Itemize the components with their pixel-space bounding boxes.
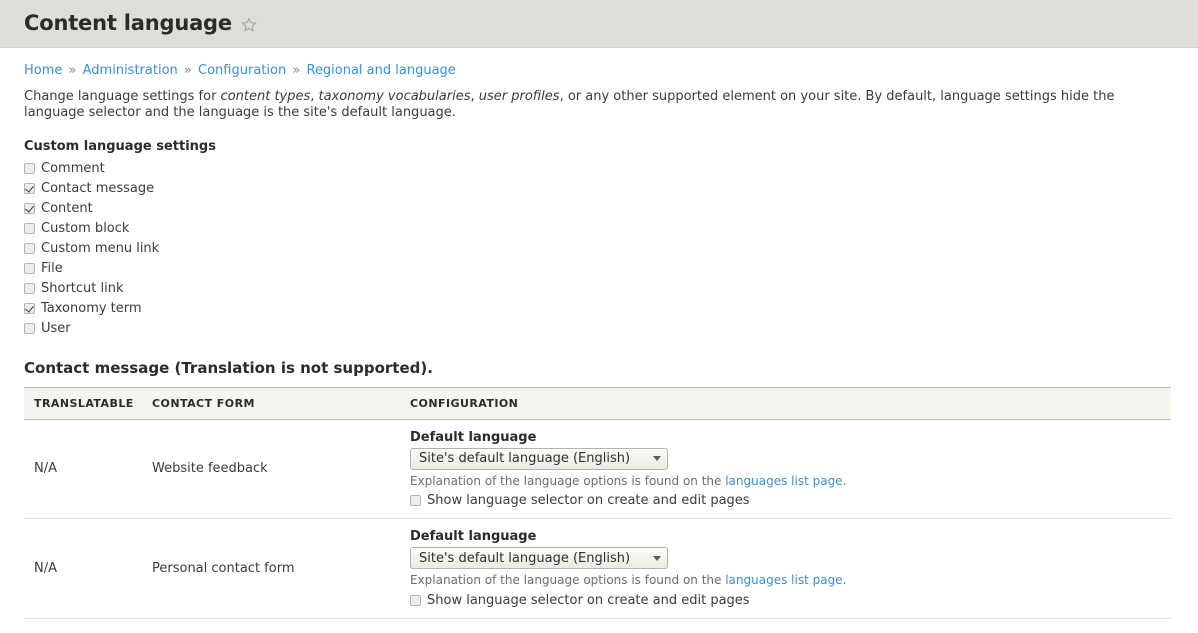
checkbox-label-custom-block: Custom block xyxy=(41,221,130,237)
checkbox-row-content[interactable]: Content xyxy=(24,199,1174,219)
default-language-select-value: Site's default language (English) xyxy=(419,550,631,566)
custom-language-settings-title: Custom language settings xyxy=(24,138,216,154)
breadcrumb-item-administration[interactable]: Administration xyxy=(83,63,178,78)
checkbox-row-shortcut-link[interactable]: Shortcut link xyxy=(24,279,1174,299)
language-help-text: Explanation of the language options is f… xyxy=(410,573,1161,589)
checkbox-row-custom-menu-link[interactable]: Custom menu link xyxy=(24,239,1174,259)
column-header-configuration: CONFIGURATION xyxy=(400,386,1171,420)
default-language-select[interactable]: Site's default language (English) xyxy=(410,447,668,470)
breadcrumb: Home » Administration » Configuration » … xyxy=(24,62,1174,80)
checkbox-custom-block[interactable] xyxy=(24,223,35,235)
checkbox-content[interactable] xyxy=(24,203,35,215)
help-text-suffix: . xyxy=(842,573,847,588)
checkbox-custom-menu-link[interactable] xyxy=(24,243,35,255)
checkbox-user[interactable] xyxy=(24,323,35,335)
table-header-row: TRANSLATABLE CONTACT FORM CONFIGURATION xyxy=(24,386,1171,420)
checkbox-label-comment: Comment xyxy=(41,161,105,177)
checkbox-label-user: User xyxy=(41,321,71,337)
table-row: N/A Website feedback Default language Si… xyxy=(24,419,1171,520)
default-language-label: Default language xyxy=(410,429,537,445)
intro-emphasis-taxonomy-vocabularies: taxonomy vocabularies xyxy=(318,89,471,105)
checkbox-label-taxonomy-term: Taxonomy term xyxy=(41,301,142,317)
contact-message-section-heading: Contact message (Translation is not supp… xyxy=(24,358,433,377)
cell-translatable: N/A xyxy=(24,419,142,520)
checkbox-row-taxonomy-term[interactable]: Taxonomy term xyxy=(24,299,1174,319)
checkbox-row-user[interactable]: User xyxy=(24,319,1174,339)
breadcrumb-item-regional-and-language[interactable]: Regional and language xyxy=(306,63,455,78)
intro-description: Change language settings for content typ… xyxy=(24,89,1174,122)
language-help-text: Explanation of the language options is f… xyxy=(410,474,1161,490)
column-header-translatable: TRANSLATABLE xyxy=(24,386,142,420)
breadcrumb-separator: » xyxy=(183,63,192,78)
chevron-down-icon xyxy=(653,555,661,561)
star-outline-icon[interactable] xyxy=(241,17,257,33)
checkbox-label-show-language-selector: Show language selector on create and edi… xyxy=(427,493,750,509)
cell-configuration: Default language Site's default language… xyxy=(400,419,1171,520)
checkbox-row-custom-block[interactable]: Custom block xyxy=(24,219,1174,239)
checkbox-show-language-selector[interactable] xyxy=(410,495,421,507)
checkbox-label-custom-menu-link: Custom menu link xyxy=(41,241,160,257)
cell-configuration: Default language Site's default language… xyxy=(400,518,1171,619)
show-language-selector-row[interactable]: Show language selector on create and edi… xyxy=(410,593,1161,608)
checkbox-label-content: Content xyxy=(41,201,93,217)
contact-message-table: TRANSLATABLE CONTACT FORM CONFIGURATION … xyxy=(24,386,1171,619)
intro-separator: , xyxy=(470,89,479,105)
default-language-select[interactable]: Site's default language (English) xyxy=(410,547,668,570)
page-title: Content language xyxy=(24,11,232,35)
checkbox-label-file: File xyxy=(41,261,63,277)
checkbox-taxonomy-term[interactable] xyxy=(24,303,35,315)
breadcrumb-separator: » xyxy=(292,63,301,78)
checkbox-row-file[interactable]: File xyxy=(24,259,1174,279)
checkbox-row-comment[interactable]: Comment xyxy=(24,159,1174,179)
checkbox-shortcut-link[interactable] xyxy=(24,283,35,295)
breadcrumb-item-home[interactable]: Home xyxy=(24,63,62,78)
checkbox-file[interactable] xyxy=(24,263,35,275)
cell-contact-form: Website feedback xyxy=(142,419,400,520)
breadcrumb-item-configuration[interactable]: Configuration xyxy=(198,63,286,78)
column-header-contact-form: CONTACT FORM xyxy=(142,386,400,420)
intro-emphasis-content-types: content types xyxy=(220,89,311,105)
intro-separator: , xyxy=(310,89,319,105)
languages-list-page-link[interactable]: languages list page xyxy=(725,573,842,587)
checkbox-label-contact-message: Contact message xyxy=(41,181,155,197)
chevron-down-icon xyxy=(653,456,661,462)
default-language-label: Default language xyxy=(410,529,537,545)
help-text-prefix: Explanation of the language options is f… xyxy=(410,573,726,588)
table-row: N/A Personal contact form Default langua… xyxy=(24,518,1171,619)
intro-emphasis-user-profiles: user profiles xyxy=(478,89,560,105)
cell-translatable: N/A xyxy=(24,518,142,619)
languages-list-page-link[interactable]: languages list page xyxy=(725,474,842,488)
show-language-selector-row[interactable]: Show language selector on create and edi… xyxy=(410,493,1161,508)
default-language-select-value: Site's default language (English) xyxy=(419,451,631,467)
checkbox-contact-message[interactable] xyxy=(24,183,35,195)
checkbox-show-language-selector[interactable] xyxy=(410,594,421,606)
page-header: Content language xyxy=(0,0,1198,48)
intro-text-part1: Change language settings for xyxy=(24,89,221,105)
checkbox-comment[interactable] xyxy=(24,163,35,175)
checkbox-label-shortcut-link: Shortcut link xyxy=(41,281,124,297)
help-text-suffix: . xyxy=(842,473,847,488)
checkbox-row-contact-message[interactable]: Contact message xyxy=(24,179,1174,199)
breadcrumb-separator: » xyxy=(68,63,77,78)
cell-contact-form: Personal contact form xyxy=(142,518,400,619)
custom-language-settings-list: Comment Contact message Content Custom b… xyxy=(24,159,1174,339)
help-text-prefix: Explanation of the language options is f… xyxy=(410,473,726,488)
checkbox-label-show-language-selector: Show language selector on create and edi… xyxy=(427,592,750,608)
